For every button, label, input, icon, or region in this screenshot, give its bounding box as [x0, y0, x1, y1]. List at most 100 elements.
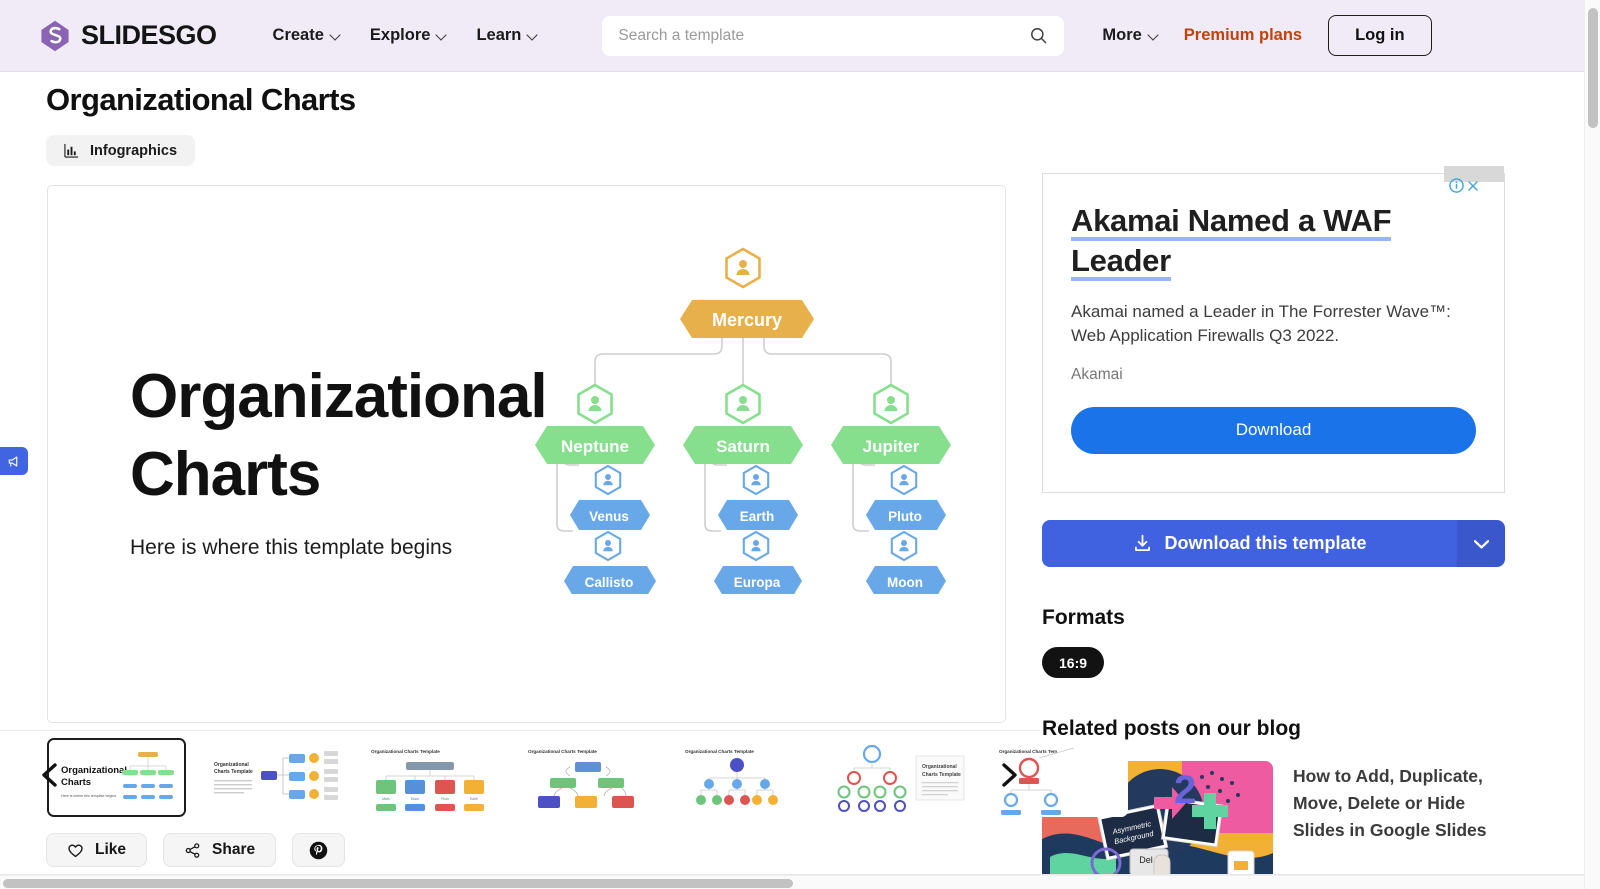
org-node-jupiter: Jupiter — [831, 383, 951, 464]
slide-title-line2: Charts — [130, 440, 321, 510]
search-input[interactable] — [618, 26, 1030, 45]
slide-subtitle: Here is where this template begins — [130, 536, 453, 559]
ad-choices[interactable] — [1449, 178, 1480, 193]
vertical-scrollbar-thumb[interactable] — [1588, 8, 1598, 128]
slidesgo-logo[interactable]: SLIDESGO — [38, 19, 217, 53]
like-button[interactable]: Like — [46, 833, 148, 867]
org-node-label: Venus — [589, 509, 629, 524]
org-node-label: Moon — [887, 575, 923, 590]
ad-download-button[interactable]: Download — [1071, 406, 1476, 454]
org-node-europa: Europa — [714, 530, 802, 594]
like-label: Like — [95, 841, 127, 858]
vertical-scrollbar[interactable] — [1584, 0, 1600, 889]
org-node-label: Saturn — [716, 437, 770, 456]
slidesgo-logo-icon — [41, 20, 69, 51]
org-node-pluto: Pluto — [866, 464, 946, 530]
app-root: SLIDESGO Create Explore Learn Search a t… — [0, 0, 1600, 889]
svg-text:Organizational: Organizational — [922, 764, 957, 770]
format-chip-16-9[interactable]: 16:9 — [1042, 647, 1105, 678]
svg-text:Organizational Charts Tem: Organizational Charts Tem — [999, 749, 1057, 754]
horizontal-scrollbar-thumb[interactable] — [3, 879, 793, 888]
thumbnail-art: Organizational Charts Template — [675, 738, 814, 817]
page-title: Organizational Charts — [46, 82, 356, 117]
nav-create-label: Create — [272, 26, 324, 44]
thumbnail-slide-6[interactable]: Organizational Charts Template — [832, 738, 971, 817]
download-options-button[interactable] — [1457, 520, 1505, 567]
download-template-row: Download this template — [1042, 520, 1505, 567]
svg-text:Organizational Charts Template: Organizational Charts Template — [371, 749, 440, 754]
main-nav: Create Explore Learn — [273, 26, 538, 45]
org-node-mercury: Mercury — [680, 247, 814, 338]
org-node-label: Europa — [734, 575, 781, 590]
advertisement[interactable]: Akamai Named a WAF Leader Akamai named a… — [1042, 166, 1505, 493]
logo-wordmark: SLIDESGO — [81, 20, 217, 50]
chevron-down-icon — [1149, 31, 1158, 40]
search-icon[interactable] — [1029, 26, 1048, 45]
tag-infographics[interactable]: Infographics — [46, 135, 196, 166]
nav-item-create[interactable]: Create — [273, 26, 340, 45]
ad-headline[interactable]: Akamai Named a WAF Leader — [1071, 201, 1476, 282]
thumbnail-slide-4[interactable]: Organizational Charts Template — [518, 738, 657, 817]
pinterest-icon — [309, 841, 328, 859]
nav-item-more[interactable]: More — [1102, 26, 1157, 45]
thumbnail-slide-3[interactable]: Organizational Charts Template Mars Moon P… — [361, 738, 500, 817]
carousel-prev-button[interactable] — [33, 758, 67, 792]
ad-advertiser: Akamai — [1071, 365, 1123, 383]
carousel-next-button[interactable] — [992, 758, 1026, 792]
chevron-down-icon — [528, 31, 537, 40]
thumbnail-art: Organizational Charts Template Mars Moon P… — [361, 738, 500, 817]
tag-label: Infographics — [90, 142, 178, 159]
heart-icon — [68, 843, 83, 857]
thumbnail-slide-2[interactable]: Organizational Charts Template — [204, 738, 343, 817]
org-node-label: Pluto — [888, 509, 922, 524]
nav-item-learn[interactable]: Learn — [476, 26, 537, 45]
thumbnail-art: Organizational Charts Template — [204, 738, 343, 817]
ad-description: Akamai named a Leader in The Forrester W… — [1071, 301, 1451, 346]
share-button[interactable]: Share — [163, 833, 277, 867]
svg-text:Organizational Charts Template: Organizational Charts Template — [528, 749, 597, 754]
thumbnail-carousel: Organizational Charts Here is where this… — [0, 730, 1128, 824]
download-template-button[interactable]: Download this template — [1042, 520, 1457, 567]
search-box[interactable] — [602, 15, 1065, 56]
svg-text:Organizational Charts Template: Organizational Charts Template — [685, 749, 754, 754]
thumbnail-art: Organizational Charts Here is where this… — [49, 740, 184, 815]
site-header: SLIDESGO Create Explore Learn Search a t… — [0, 0, 1584, 72]
horizontal-scrollbar[interactable] — [0, 875, 1584, 889]
org-node-neptune: Neptune — [535, 383, 655, 464]
login-button[interactable]: Log in — [1328, 15, 1432, 56]
share-label: Share — [212, 841, 256, 858]
thumbnail-slide-1[interactable]: Organizational Charts Here is where this… — [47, 738, 186, 817]
header-right: More Premium plans Log in — [1102, 15, 1432, 56]
ad-headline-line2: Leader — [1071, 243, 1171, 282]
thumbnail-slide-5[interactable]: Organizational Charts Template — [675, 738, 814, 817]
org-node-venus: Venus — [570, 464, 650, 530]
thumbnail-art: Organizational Charts Template — [832, 738, 971, 817]
pinterest-button[interactable] — [292, 833, 346, 867]
chevron-down-icon — [437, 31, 446, 40]
org-chart-svg: Mercury Neptune Saturn Jupiter Venus Cal… — [535, 247, 951, 594]
svg-text:Here is where this template be: Here is where this template begins — [61, 794, 116, 798]
chevron-right-icon — [1002, 763, 1017, 787]
svg-text:Organizational: Organizational — [61, 765, 127, 776]
org-node-label: Mercury — [712, 310, 782, 330]
slide-preview[interactable]: Organizational Charts Here is where this… — [47, 185, 1006, 723]
chevron-left-icon — [42, 763, 57, 787]
close-icon[interactable] — [1466, 179, 1480, 193]
slide-title-line1: Organizational — [130, 362, 548, 431]
info-icon[interactable] — [1449, 178, 1464, 193]
megaphone-icon — [8, 455, 17, 467]
org-node-label: Jupiter — [863, 437, 920, 456]
chevron-down-icon — [1473, 539, 1489, 548]
nav-item-explore[interactable]: Explore — [370, 26, 447, 45]
download-icon — [1135, 534, 1151, 551]
svg-text:Del: Del — [1139, 855, 1153, 865]
premium-plans-link[interactable]: Premium plans — [1184, 26, 1302, 45]
thumbnail-art: Organizational Charts Template — [518, 738, 657, 817]
slide-title: Organizational Charts — [130, 358, 548, 514]
org-node-label: Neptune — [561, 437, 629, 456]
org-node-earth: Earth — [718, 464, 798, 530]
svg-text:Moon: Moon — [411, 797, 420, 801]
announcement-tab[interactable] — [0, 447, 28, 475]
ad-headline-line1: Akamai Named a WAF — [1071, 203, 1392, 241]
bar-chart-icon — [64, 143, 79, 158]
